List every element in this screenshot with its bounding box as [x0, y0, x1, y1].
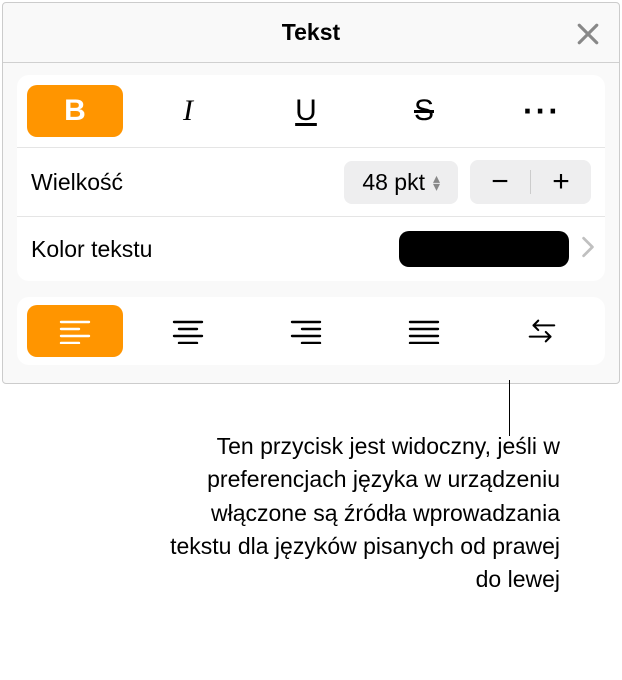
italic-icon: I	[183, 94, 193, 128]
text-panel: Tekst B I U S ··· Wielkość	[2, 2, 620, 384]
text-color-swatch[interactable]	[399, 231, 569, 267]
plus-icon: +	[552, 165, 570, 199]
align-right-button[interactable]	[247, 305, 365, 357]
font-style-row: B I U S ···	[17, 75, 605, 148]
text-direction-icon	[526, 318, 558, 344]
minus-icon: −	[491, 165, 509, 199]
text-color-row[interactable]: Kolor tekstu	[17, 217, 605, 281]
align-left-button[interactable]	[27, 305, 123, 357]
size-stepper: − +	[470, 160, 591, 204]
italic-button[interactable]: I	[129, 85, 247, 137]
strikethrough-button[interactable]: S	[365, 85, 483, 137]
text-style-card: B I U S ··· Wielkość 48 pkt ▴▾	[17, 75, 605, 281]
size-increase-button[interactable]: +	[531, 160, 591, 204]
callout-text: Ten przycisk jest widoczny, jeśli w pref…	[160, 430, 560, 597]
align-left-icon	[59, 318, 91, 344]
alignment-card	[17, 297, 605, 365]
underline-button[interactable]: U	[247, 85, 365, 137]
size-select[interactable]: 48 pkt ▴▾	[344, 161, 458, 204]
align-right-icon	[290, 318, 322, 344]
chevron-updown-icon: ▴▾	[433, 174, 440, 190]
close-button[interactable]	[573, 19, 603, 49]
panel-header: Tekst	[3, 3, 619, 63]
underline-icon: U	[295, 94, 317, 128]
strikethrough-icon: S	[414, 94, 434, 128]
text-direction-button[interactable]	[483, 305, 601, 357]
chevron-right-icon	[581, 236, 595, 263]
text-color-label: Kolor tekstu	[31, 236, 399, 263]
callout: Ten przycisk jest widoczny, jeśli w pref…	[160, 430, 560, 597]
callout-leader-line	[509, 380, 510, 436]
align-justify-button[interactable]	[365, 305, 483, 357]
align-center-button[interactable]	[129, 305, 247, 357]
align-justify-icon	[408, 318, 440, 344]
more-icon: ···	[523, 93, 561, 130]
size-value: 48 pkt	[362, 169, 425, 196]
size-decrease-button[interactable]: −	[470, 160, 530, 204]
panel-title: Tekst	[282, 19, 340, 46]
more-styles-button[interactable]: ···	[483, 85, 601, 137]
size-label: Wielkość	[31, 169, 344, 196]
close-icon	[573, 19, 603, 49]
font-size-row: Wielkość 48 pkt ▴▾ − +	[17, 148, 605, 217]
bold-button[interactable]: B	[27, 85, 123, 137]
align-center-icon	[172, 318, 204, 344]
bold-icon: B	[64, 94, 86, 128]
